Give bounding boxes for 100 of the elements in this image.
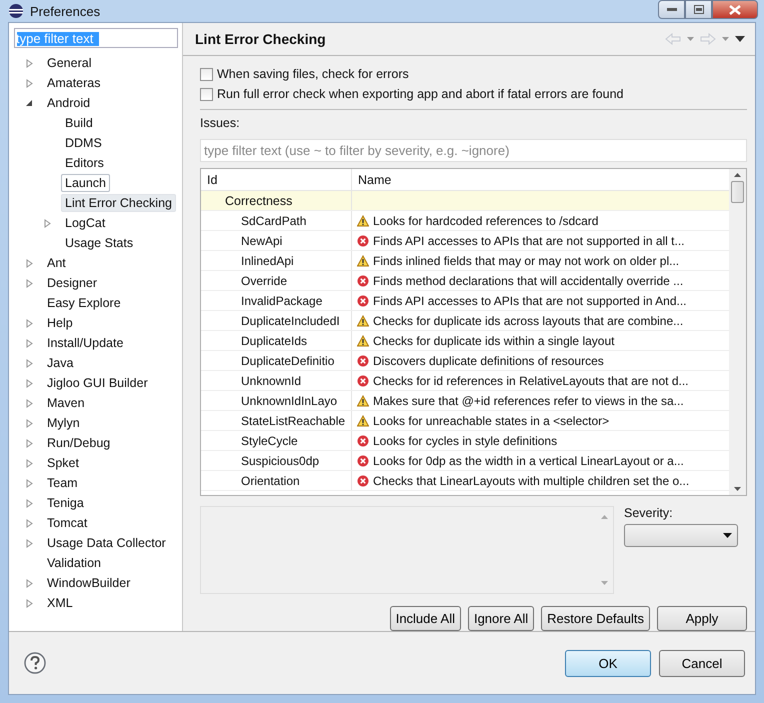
expand-icon[interactable] bbox=[26, 78, 33, 88]
tree-item[interactable]: Usage Data Collector bbox=[43, 534, 170, 552]
action-button[interactable]: Ignore All bbox=[468, 606, 534, 631]
menu-icon[interactable] bbox=[735, 36, 745, 42]
issue-id: StateListReachable bbox=[201, 411, 352, 430]
tree-item[interactable]: Build bbox=[61, 114, 97, 132]
scroll-up-icon[interactable] bbox=[734, 173, 741, 177]
column-header[interactable]: Id bbox=[201, 169, 352, 190]
dialog-button[interactable]: Cancel bbox=[659, 650, 745, 676]
dialog-button[interactable]: OK bbox=[565, 650, 651, 676]
tree-item[interactable]: Spket bbox=[43, 454, 83, 472]
error-icon bbox=[357, 234, 369, 246]
issue-id: SdCardPath bbox=[201, 211, 352, 230]
error-icon bbox=[357, 274, 369, 286]
tree-item[interactable]: LogCat bbox=[61, 214, 110, 232]
expand-icon[interactable] bbox=[26, 538, 33, 548]
issue-id: Suspicious0dp bbox=[201, 451, 352, 470]
tree-item[interactable]: Validation bbox=[43, 554, 105, 572]
warning-icon bbox=[357, 254, 369, 266]
category-row[interactable]: Correctness bbox=[201, 191, 729, 211]
severity-dropdown[interactable] bbox=[624, 524, 738, 547]
expand-icon[interactable] bbox=[26, 518, 33, 528]
close-icon bbox=[729, 4, 741, 14]
tree-item[interactable]: Launch bbox=[61, 174, 110, 192]
issue-id: UnknownId bbox=[201, 371, 352, 390]
tree-item[interactable]: Java bbox=[43, 354, 78, 372]
scroll-thumb[interactable] bbox=[731, 181, 744, 203]
tree-item[interactable]: WindowBuilder bbox=[43, 574, 134, 592]
tree-item[interactable]: Install/Update bbox=[43, 334, 128, 352]
minimize-icon bbox=[666, 8, 676, 12]
tree-item[interactable]: Usage Stats bbox=[61, 234, 138, 252]
error-icon bbox=[357, 434, 369, 446]
collapse-icon[interactable] bbox=[26, 100, 33, 106]
expand-icon[interactable] bbox=[26, 398, 33, 408]
tree-item[interactable]: Designer bbox=[43, 274, 102, 292]
caret-icon bbox=[723, 533, 732, 538]
expand-icon[interactable] bbox=[26, 478, 33, 488]
expand-icon[interactable] bbox=[26, 278, 33, 288]
checkbox[interactable] bbox=[200, 88, 213, 100]
page-title: Lint Error Checking bbox=[195, 31, 326, 47]
issue-id: Orientation bbox=[201, 471, 352, 490]
expand-icon[interactable] bbox=[26, 318, 33, 328]
dropdown-icon[interactable] bbox=[722, 37, 729, 41]
warning-icon bbox=[357, 414, 369, 426]
action-button[interactable]: Apply bbox=[657, 606, 747, 631]
tree-item[interactable]: General bbox=[43, 54, 96, 72]
maximize-button[interactable] bbox=[685, 0, 712, 19]
issue-description: Finds API accesses to APIs that are not supported in all t... bbox=[373, 234, 685, 248]
issue-description: Makes sure that @+id references refer to views in the sa... bbox=[373, 394, 684, 408]
tree-item[interactable]: Editors bbox=[61, 154, 108, 172]
tree-item[interactable]: Maven bbox=[43, 394, 89, 412]
tree-item[interactable]: Amateras bbox=[43, 74, 104, 92]
tree-item[interactable]: Ant bbox=[43, 254, 70, 272]
dropdown-icon[interactable] bbox=[687, 37, 694, 41]
issues-filter-field[interactable]: type filter text (use ~ to filter by severity, e.g. ~ignore) bbox=[200, 139, 747, 162]
expand-icon[interactable] bbox=[26, 418, 33, 428]
tree-item[interactable]: Help bbox=[43, 314, 77, 332]
issue-description: Looks for 0dp as the width in a vertical LinearLayout or a... bbox=[373, 454, 684, 468]
tree-item[interactable]: DDMS bbox=[61, 134, 106, 152]
scroll-down-icon[interactable] bbox=[734, 487, 741, 491]
action-button[interactable]: Include All bbox=[390, 606, 461, 631]
tree-item[interactable]: Android bbox=[43, 94, 94, 112]
tree-item[interactable]: Tomcat bbox=[43, 514, 92, 532]
expand-icon[interactable] bbox=[26, 498, 33, 508]
tree-item[interactable]: XML bbox=[43, 594, 77, 612]
expand-icon[interactable] bbox=[26, 338, 33, 348]
tree-item[interactable]: Mylyn bbox=[43, 414, 84, 432]
expand-icon[interactable] bbox=[26, 378, 33, 388]
error-icon bbox=[357, 474, 369, 486]
close-button[interactable] bbox=[712, 0, 758, 19]
expand-icon[interactable] bbox=[26, 458, 33, 468]
issue-description: Looks for cycles in style definitions bbox=[373, 434, 558, 448]
forward-arrow-icon[interactable] bbox=[700, 33, 716, 45]
tree-item[interactable]: Easy Explore bbox=[43, 294, 125, 312]
expand-icon[interactable] bbox=[26, 578, 33, 588]
tree-item[interactable]: Run/Debug bbox=[43, 434, 114, 452]
expand-icon[interactable] bbox=[26, 358, 33, 368]
scrollbar[interactable] bbox=[729, 169, 746, 495]
column-header[interactable]: Name bbox=[352, 169, 729, 190]
expand-icon[interactable] bbox=[44, 218, 51, 228]
tree-item[interactable]: Lint Error Checking bbox=[61, 194, 176, 212]
checkbox[interactable] bbox=[200, 68, 213, 80]
expand-icon[interactable] bbox=[26, 58, 33, 68]
tree-item[interactable]: Teniga bbox=[43, 494, 88, 512]
tree-item[interactable]: Team bbox=[43, 474, 82, 492]
issues-label: Issues: bbox=[200, 116, 241, 132]
minimize-button[interactable] bbox=[658, 0, 685, 19]
issue-id: DuplicateIds bbox=[201, 331, 352, 350]
issue-id: UnknownIdInLayo bbox=[201, 391, 352, 410]
action-button[interactable]: Restore Defaults bbox=[541, 606, 650, 631]
sphere-icon bbox=[8, 3, 24, 19]
issue-description: Checks that LinearLayouts with multiple children set the o... bbox=[373, 474, 690, 488]
help-icon[interactable] bbox=[24, 652, 46, 674]
issue-description: Looks for unreachable states in a <selector> bbox=[373, 414, 610, 428]
expand-icon[interactable] bbox=[26, 438, 33, 448]
error-icon bbox=[357, 454, 369, 466]
back-arrow-icon[interactable] bbox=[665, 33, 681, 45]
tree-item[interactable]: Jigloo GUI Builder bbox=[43, 374, 152, 392]
expand-icon[interactable] bbox=[26, 258, 33, 268]
expand-icon[interactable] bbox=[26, 598, 33, 608]
